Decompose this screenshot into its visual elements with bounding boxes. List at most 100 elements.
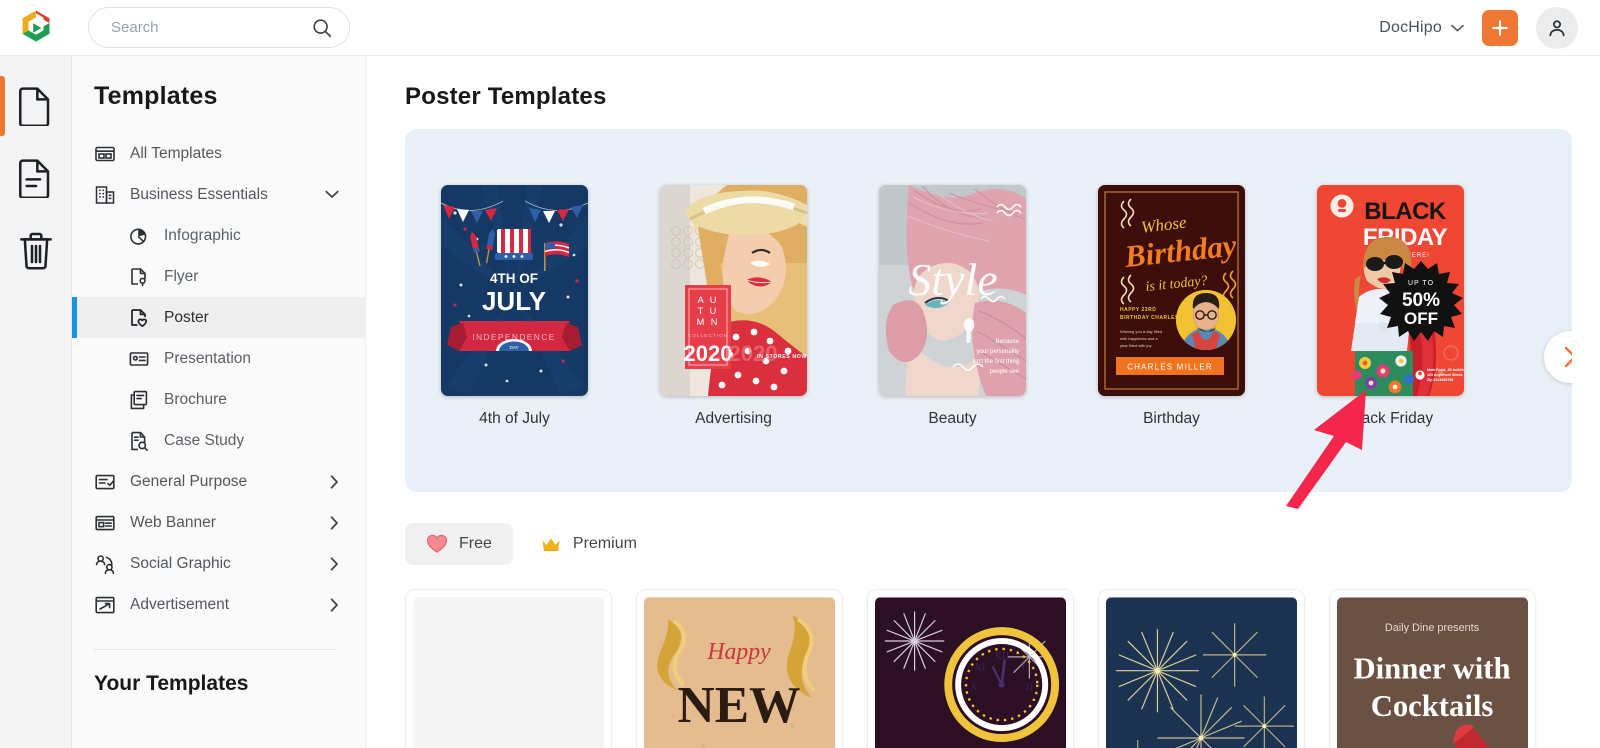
sidebar-item-web-banner[interactable]: Web Banner bbox=[72, 502, 365, 543]
carousel-next-button[interactable] bbox=[1544, 331, 1572, 383]
template-card[interactable]: Happy NEW YEAR 2020 bbox=[636, 589, 843, 748]
svg-text:123 Anywhere Street,: 123 Anywhere Street, bbox=[1427, 373, 1463, 377]
category-card[interactable]: A UT UM N COLLECTION 2020 2020 IN STORES… bbox=[624, 129, 843, 428]
rail-item-documents[interactable] bbox=[0, 142, 72, 214]
svg-text:JULY: JULY bbox=[482, 286, 546, 316]
svg-text:Happy: Happy bbox=[706, 639, 771, 665]
add-button[interactable] bbox=[1482, 9, 1518, 46]
sidebar-item-all-templates[interactable]: All Templates bbox=[72, 133, 365, 174]
svg-text:NEW: NEW bbox=[678, 677, 801, 734]
card-new-year-2020: Happy NEW YEAR 2020 bbox=[644, 597, 835, 748]
workspace-selector[interactable]: DocHipo bbox=[1379, 19, 1464, 37]
svg-text:UP TO: UP TO bbox=[1408, 280, 1434, 287]
rail-item-trash[interactable] bbox=[0, 214, 72, 286]
svg-text:DAY: DAY bbox=[509, 345, 518, 350]
svg-text:Daily Dine presents: Daily Dine presents bbox=[1385, 622, 1480, 634]
poster-artwork-fireworks: HAPPY NEW YEAR bbox=[1106, 597, 1297, 748]
category-card[interactable]: BLACK FRIDAY IS HERE! UP TO 50% OFF Main… bbox=[1281, 129, 1500, 428]
sidebar-item-label: Brochure bbox=[164, 390, 227, 408]
svg-text:Wishing you a day filled: Wishing you a day filled bbox=[1120, 329, 1162, 334]
trash-icon bbox=[20, 232, 52, 270]
svg-text:COLLECTION: COLLECTION bbox=[688, 333, 728, 338]
filter-tab-premium[interactable]: Premium bbox=[519, 523, 658, 565]
template-card[interactable]: Daily Dine presents Dinner with Cocktail… bbox=[1329, 589, 1536, 748]
chevron-down-icon[interactable] bbox=[325, 190, 339, 199]
thumb-birthday[interactable]: Whose Birthday is it today? HAPPY 23RD B… bbox=[1098, 185, 1245, 396]
sidebar-item-infographic[interactable]: Infographic bbox=[72, 215, 365, 256]
chevron-right-icon[interactable] bbox=[330, 597, 339, 612]
category-card[interactable]: 4TH OF JULY INDEPENDENCE DAY 4th of July bbox=[405, 129, 624, 428]
search-bar[interactable] bbox=[88, 7, 350, 48]
svg-text:4TH OF: 4TH OF bbox=[490, 271, 538, 286]
sidebar-item-brochure[interactable]: Brochure bbox=[72, 379, 365, 420]
sidebar-item-label: General Purpose bbox=[130, 472, 248, 490]
sidebar: Templates All Templates Business Essenti… bbox=[72, 56, 366, 748]
chevron-right-icon[interactable] bbox=[330, 556, 339, 571]
svg-text:YEAR: YEAR bbox=[666, 739, 813, 748]
svg-text:Zip 8123456789: Zip 8123456789 bbox=[1427, 378, 1453, 382]
template-grid: Happy NEW YEAR 2020 bbox=[405, 589, 1600, 748]
sidebar-item-advertisement[interactable]: Advertisement bbox=[72, 584, 365, 625]
building-icon bbox=[95, 185, 115, 204]
category-label: 4th of July bbox=[479, 410, 550, 427]
sidebar-item-label: Infographic bbox=[164, 226, 241, 244]
sidebar-item-case-study[interactable]: Case Study bbox=[72, 420, 365, 461]
thumb-black-friday[interactable]: BLACK FRIDAY IS HERE! UP TO 50% OFF Main… bbox=[1317, 185, 1464, 396]
svg-text:II: II bbox=[1026, 682, 1034, 694]
category-card[interactable]: Style Because your personality isn't the… bbox=[843, 129, 1062, 428]
card-dinner-with-cocktails: Daily Dine presents Dinner with Cocktail… bbox=[1337, 597, 1528, 748]
svg-text:Cocktails: Cocktails bbox=[1371, 689, 1494, 723]
category-card[interactable]: Whose Birthday is it today? HAPPY 23RD B… bbox=[1062, 129, 1281, 428]
rail-item-designs[interactable] bbox=[0, 70, 72, 142]
svg-text:with happiness and a: with happiness and a bbox=[1120, 336, 1158, 341]
sidebar-item-business-essentials[interactable]: Business Essentials bbox=[72, 174, 365, 215]
avatar[interactable] bbox=[1536, 6, 1578, 49]
sidebar-item-presentation[interactable]: Presentation bbox=[72, 338, 365, 379]
sidebar-item-label: All Templates bbox=[130, 144, 222, 162]
thumb-advertising[interactable]: A UT UM N COLLECTION 2020 2020 IN STORES… bbox=[660, 185, 807, 396]
page-title: Poster Templates bbox=[405, 83, 607, 110]
template-card[interactable]: HAPPY NEW YEAR bbox=[1098, 589, 1305, 748]
user-avatar-icon bbox=[1549, 19, 1565, 36]
svg-text:Dinner with: Dinner with bbox=[1354, 652, 1511, 686]
svg-text:people see: people see bbox=[990, 369, 1020, 375]
svg-text:BLACK: BLACK bbox=[1364, 198, 1447, 225]
app-logo[interactable] bbox=[0, 8, 72, 48]
template-filter-tabs: Free Premium bbox=[405, 523, 1600, 565]
chevron-right-icon[interactable] bbox=[330, 474, 339, 489]
category-label: Beauty bbox=[928, 410, 977, 427]
chevron-right-icon[interactable] bbox=[330, 515, 339, 530]
presentation-icon bbox=[129, 351, 149, 366]
template-card[interactable] bbox=[405, 589, 612, 748]
web-banner-icon bbox=[95, 515, 115, 530]
svg-text:T U: T U bbox=[698, 306, 719, 316]
filter-label: Free bbox=[459, 535, 492, 552]
svg-text:isn't the first thing: isn't the first thing bbox=[973, 359, 1020, 365]
flyer-icon bbox=[131, 267, 146, 286]
filter-label: Premium bbox=[572, 535, 637, 552]
svg-text:BIRTHDAY CHARLES: BIRTHDAY CHARLES bbox=[1120, 315, 1179, 321]
crown-icon bbox=[542, 538, 560, 551]
sidebar-item-social-graphic[interactable]: Social Graphic bbox=[72, 543, 365, 584]
thumb-4th-of-july[interactable]: 4TH OF JULY INDEPENDENCE DAY bbox=[441, 185, 588, 396]
filter-tab-free[interactable]: Free bbox=[405, 523, 513, 565]
sidebar-item-label: Presentation bbox=[164, 349, 252, 367]
top-bar: DocHipo bbox=[0, 0, 1600, 56]
icon-rail bbox=[0, 56, 72, 748]
sidebar-title: Templates bbox=[94, 82, 218, 110]
poster-artwork-new-year: Happy NEW YEAR 2020 bbox=[644, 597, 835, 748]
poster-icon bbox=[131, 308, 148, 327]
template-card[interactable]: XII I II XI X bbox=[867, 589, 1074, 748]
sidebar-item-flyer[interactable]: Flyer bbox=[72, 256, 365, 297]
sidebar-item-label: Case Study bbox=[164, 431, 245, 449]
svg-text:your personality: your personality bbox=[977, 349, 1019, 355]
search-input[interactable] bbox=[111, 19, 311, 36]
all-templates-icon bbox=[95, 146, 115, 161]
sidebar-item-general-purpose[interactable]: General Purpose bbox=[72, 461, 365, 502]
infographic-icon bbox=[130, 228, 147, 245]
svg-text:CHARLES MILLER: CHARLES MILLER bbox=[1127, 363, 1213, 372]
general-purpose-icon bbox=[95, 474, 115, 489]
search-icon[interactable] bbox=[311, 17, 333, 39]
thumb-beauty[interactable]: Style Because your personality isn't the… bbox=[879, 185, 1026, 396]
sidebar-item-poster[interactable]: Poster bbox=[72, 297, 365, 338]
